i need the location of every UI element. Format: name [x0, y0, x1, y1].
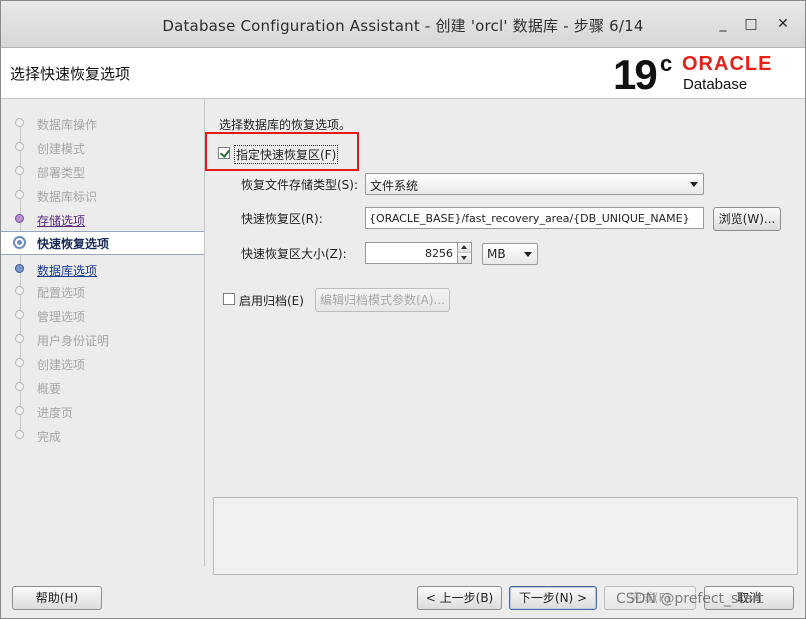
page-header: 选择快速恢复选项 19 c ORACLE Database	[1, 48, 805, 99]
step-status-icon	[13, 236, 26, 249]
logo-version-suffix: c	[660, 51, 673, 76]
step-status-icon	[15, 382, 24, 391]
window-title: Database Configuration Assistant - 创建 'o…	[162, 17, 644, 35]
sidebar-step: 数据库操作	[1, 113, 204, 135]
step-status-icon	[15, 358, 24, 367]
sidebar-step[interactable]: 存储选项	[1, 209, 204, 231]
logo-version: 19	[613, 51, 658, 98]
close-button[interactable]: ✕	[770, 11, 796, 37]
fra-size-stepper[interactable]: 8256	[365, 242, 472, 264]
help-button[interactable]: 帮助(H)	[12, 586, 102, 610]
step-status-icon	[15, 430, 24, 439]
sidebar-step-label: 概要	[37, 382, 62, 396]
sidebar-step: 概要	[1, 377, 204, 399]
minimize-button[interactable]: _	[710, 11, 736, 37]
fra-size-unit-value: MB	[487, 247, 506, 261]
logo-product: Database	[683, 76, 748, 93]
step-status-icon	[15, 310, 24, 319]
step-status-icon	[15, 166, 24, 175]
sidebar-step: 配置选项	[1, 281, 204, 303]
fra-size-unit-select[interactable]: MB	[482, 243, 538, 265]
maximize-button[interactable]: □	[738, 11, 764, 37]
sidebar-step-label: 配置选项	[37, 286, 86, 300]
step-status-icon	[15, 190, 24, 199]
step-status-icon	[15, 118, 24, 127]
next-button[interactable]: 下一步(N) >	[509, 586, 597, 610]
sidebar-step: 创建选项	[1, 353, 204, 375]
sidebar-step: 数据库标识	[1, 185, 204, 207]
fra-size-value: 8256	[425, 247, 453, 260]
watermark-text: CSDN @prefect_start	[616, 591, 764, 607]
browse-button[interactable]: 浏览(W)...	[713, 207, 781, 231]
title-bar[interactable]: Database Configuration Assistant - 创建 'o…	[1, 1, 805, 48]
step-status-icon	[15, 406, 24, 415]
sidebar-step-label: 创建模式	[37, 142, 86, 156]
step-status-icon	[15, 214, 24, 223]
intro-text: 选择数据库的恢复选项。	[219, 118, 352, 132]
spin-up-icon[interactable]	[457, 243, 471, 253]
sidebar-step: 创建模式	[1, 137, 204, 159]
archive-checkbox-row[interactable]: 启用归档(E)	[223, 291, 313, 309]
fra-size-label: 快速恢复区大小(Z):	[241, 247, 347, 261]
sidebar-step-label: 数据库选项	[37, 264, 98, 278]
chevron-down-icon	[524, 252, 532, 257]
edit-archive-params-button[interactable]: 编辑归档模式参数(A)...	[315, 288, 450, 312]
sidebar-step-label: 部署类型	[37, 166, 86, 180]
sidebar-step-label: 完成	[37, 430, 62, 444]
fra-checkbox-row[interactable]: 指定快速恢复区(F)	[218, 145, 348, 164]
storage-type-label: 恢复文件存储类型(S):	[241, 178, 359, 192]
storage-type-select[interactable]: 文件系统	[365, 173, 704, 195]
sidebar-step[interactable]: 快速恢复选项	[1, 231, 204, 255]
chevron-down-icon	[690, 182, 698, 187]
sidebar-step: 用户身份证明	[1, 329, 204, 351]
sidebar-step-label: 快速恢复选项	[37, 237, 110, 251]
fra-location-label: 快速恢复区(R):	[241, 212, 323, 226]
back-button[interactable]: < 上一步(B)	[417, 586, 502, 610]
sidebar-step: 部署类型	[1, 161, 204, 183]
fra-location-input[interactable]: {ORACLE_BASE}/fast_recovery_area/{DB_UNI…	[365, 207, 704, 229]
sidebar-step: 管理选项	[1, 305, 204, 327]
archive-checkbox-label: 启用归档(E)	[239, 294, 304, 308]
page-title: 选择快速恢复选项	[10, 65, 131, 83]
spin-down-icon[interactable]	[457, 253, 471, 263]
step-navigator: 数据库操作创建模式部署类型数据库标识存储选项快速恢复选项 数据库选项配置选项管理选…	[1, 99, 205, 566]
oracle-19c-logo: 19 c ORACLE Database	[613, 51, 803, 98]
sidebar-step-label: 存储选项	[37, 214, 86, 228]
main-panel: 选择数据库的恢复选项。 指定快速恢复区(F) 恢复文件存储类型(S): 文件系统…	[205, 99, 805, 579]
archive-checkbox[interactable]	[223, 293, 235, 305]
step-status-icon	[15, 142, 24, 151]
fra-location-value: {ORACLE_BASE}/fast_recovery_area/{DB_UNI…	[369, 212, 690, 225]
sidebar-step[interactable]: 数据库选项	[1, 259, 204, 281]
sidebar-step-label: 数据库操作	[37, 118, 98, 132]
sidebar-step: 进度页	[1, 401, 204, 423]
fra-checkbox-label: 指定快速恢复区(F)	[234, 145, 339, 164]
sidebar-step-label: 数据库标识	[37, 190, 98, 204]
sidebar-step: 完成	[1, 425, 204, 447]
sidebar-step-label: 进度页	[37, 406, 74, 420]
fra-checkbox[interactable]	[218, 147, 230, 159]
step-status-icon	[15, 286, 24, 295]
logo-brand: ORACLE	[682, 53, 773, 75]
step-status-icon	[15, 334, 24, 343]
storage-type-value: 文件系统	[370, 179, 419, 193]
sidebar-step-label: 用户身份证明	[37, 334, 110, 348]
sidebar-step-label: 管理选项	[37, 310, 86, 324]
dbca-window: Database Configuration Assistant - 创建 'o…	[0, 0, 806, 619]
step-status-icon	[15, 264, 24, 273]
sidebar-step-label: 创建选项	[37, 358, 86, 372]
message-panel	[213, 497, 798, 575]
